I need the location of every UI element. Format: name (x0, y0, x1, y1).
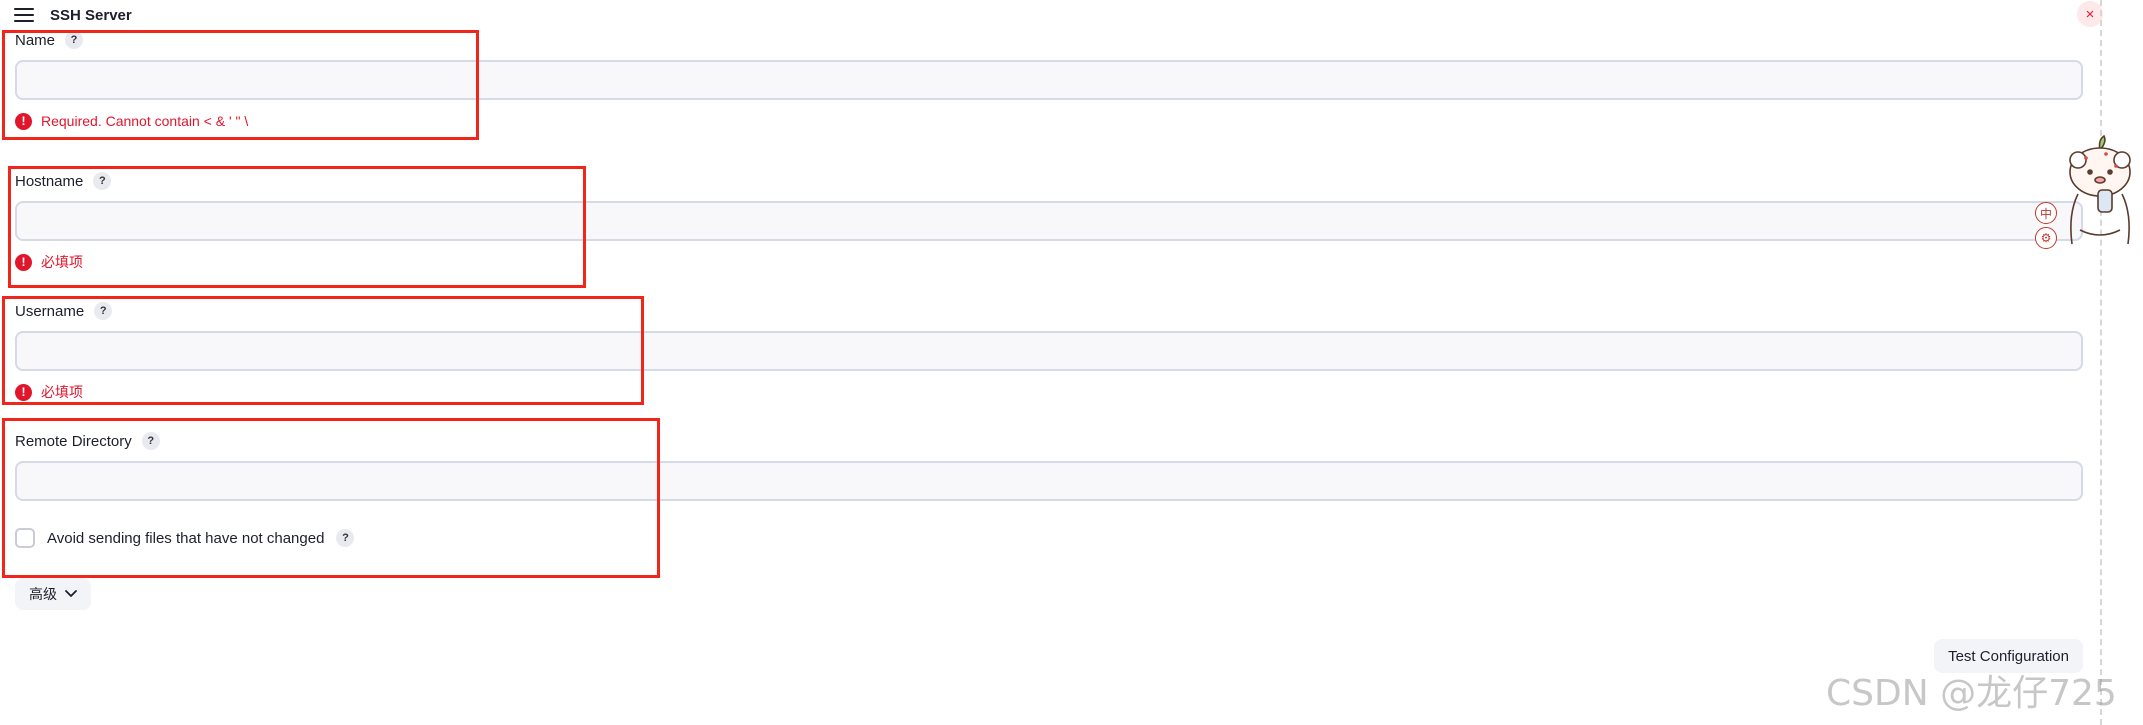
avoid-unchanged-checkbox[interactable] (15, 528, 35, 548)
name-label-row: Name ? (15, 30, 2083, 50)
remote-directory-input[interactable] (15, 461, 2083, 501)
name-input[interactable] (15, 60, 2083, 100)
chevron-down-icon (65, 590, 77, 597)
drag-handle-icon[interactable] (14, 8, 34, 22)
ssh-server-config-page: SSH Server × Name ? ! Required. Cannot c… (0, 0, 2143, 725)
settings-icon[interactable]: ⚙ (2035, 227, 2057, 249)
name-label: Name (15, 31, 56, 49)
error-icon: ! (15, 383, 32, 401)
username-error: ! 必填项 (15, 383, 2083, 401)
section-title: SSH Server (50, 6, 132, 24)
username-field: Username ? ! 必填项 (15, 301, 2083, 401)
hostname-help-icon[interactable]: ? (93, 172, 112, 190)
hostname-input[interactable] (15, 201, 2083, 241)
divider-line (2100, 0, 2102, 725)
section-header: SSH Server (14, 2, 132, 28)
name-help-icon[interactable]: ? (65, 31, 84, 49)
language-icon[interactable]: 中 (2035, 202, 2057, 224)
username-input[interactable] (15, 331, 2083, 371)
remote-directory-label: Remote Directory (15, 432, 132, 450)
watermark-text: CSDN @龙仔725 (1826, 673, 2117, 714)
mascot-sticker-icon (2069, 134, 2131, 245)
advanced-button-label: 高级 (29, 586, 57, 602)
remote-directory-field: Remote Directory ? (15, 431, 2083, 501)
avoid-unchanged-help-icon[interactable]: ? (336, 529, 355, 547)
name-field: Name ? ! Required. Cannot contain < & ' … (15, 30, 2083, 130)
remote-directory-help-icon[interactable]: ? (141, 432, 160, 450)
name-error-text: Required. Cannot contain < & ' " \ (41, 113, 249, 129)
advanced-button[interactable]: 高级 (15, 578, 91, 610)
hostname-error: ! 必填项 (15, 253, 2083, 271)
avoid-unchanged-label[interactable]: Avoid sending files that have not change… (47, 530, 324, 547)
username-label: Username (15, 302, 85, 320)
username-error-text: 必填项 (41, 384, 83, 400)
hostname-field: Hostname ? ! 必填项 (15, 171, 2083, 271)
hostname-error-text: 必填项 (41, 254, 83, 270)
hostname-label: Hostname (15, 172, 84, 190)
name-error: ! Required. Cannot contain < & ' " \ (15, 112, 2083, 130)
username-help-icon[interactable]: ? (94, 302, 113, 320)
username-label-row: Username ? (15, 301, 2083, 321)
hostname-label-row: Hostname ? (15, 171, 2083, 191)
error-icon: ! (15, 253, 32, 271)
error-icon: ! (15, 112, 32, 130)
remote-directory-label-row: Remote Directory ? (15, 431, 2083, 451)
avoid-unchanged-row: Avoid sending files that have not change… (15, 528, 355, 548)
